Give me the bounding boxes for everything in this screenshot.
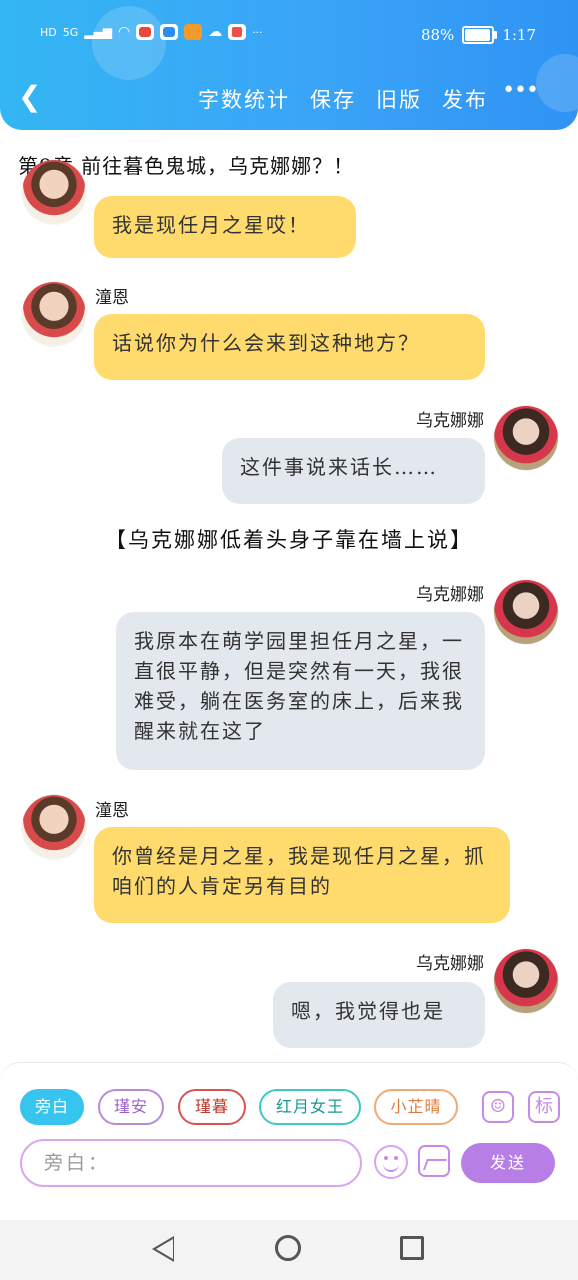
emoji-icon[interactable]	[374, 1145, 408, 1179]
clock: 1:17	[502, 26, 536, 44]
word-count-button[interactable]: 字数统计	[198, 84, 290, 114]
publish-button[interactable]: 发布	[442, 84, 488, 114]
message-input[interactable]: 旁白：	[20, 1139, 362, 1187]
status-bar: HD 5G ▂▄▆ ◠ ☁ ··· 88% 1:17	[0, 0, 578, 70]
message-bubble[interactable]: 我是现任月之星哎！	[94, 196, 356, 258]
save-button[interactable]: 保存	[310, 84, 356, 114]
message-bubble[interactable]: 嗯，我觉得也是	[273, 982, 485, 1048]
play-app-icon	[184, 24, 203, 40]
avatar-ukenana[interactable]	[494, 406, 558, 470]
more-options-icon[interactable]: •••	[502, 78, 539, 103]
cloud-icon: ☁	[208, 24, 223, 40]
system-navigation-bar	[0, 1220, 578, 1280]
tag-icon[interactable]: 标	[528, 1091, 560, 1123]
avatar-tongen[interactable]	[22, 282, 86, 346]
avatar-ukenana[interactable]	[494, 949, 558, 1013]
status-right: 88% 1:17	[421, 26, 536, 44]
app-notification-icon	[136, 24, 155, 40]
chevron-left-icon[interactable]: ❮	[18, 82, 41, 112]
speaker-name: 乌克娜娜	[416, 585, 484, 605]
avatar-ukenana[interactable]	[494, 580, 558, 644]
avatar-tongen[interactable]	[22, 160, 86, 224]
toolbar-actions: 字数统计 保存 旧版 发布	[198, 84, 488, 114]
wifi-icon: ◠	[117, 24, 131, 40]
narration-line[interactable]: 【乌克娜娜低着头身子靠在墙上说】	[0, 524, 578, 554]
battery-percent: 88%	[420, 26, 455, 44]
image-icon[interactable]	[418, 1145, 450, 1177]
app-notification-icon	[160, 24, 179, 40]
book-app-icon	[228, 24, 247, 40]
message-bubble[interactable]: 你曾经是月之星，我是现任月之星，抓咱们的人肯定另有目的	[94, 827, 510, 923]
role-chip-jinan[interactable]: 瑾安	[98, 1089, 164, 1125]
recent-apps-square-icon[interactable]	[400, 1236, 424, 1260]
battery-icon	[462, 26, 498, 44]
person-card-icon[interactable]: ☺	[482, 1091, 514, 1123]
network-5g-badge: 5G	[62, 25, 79, 39]
role-chip-narration[interactable]: 旁白	[20, 1089, 84, 1125]
composer-panel: 旁白 瑾安 瑾暮 红月女王 小芷晴 ☺ 标 旁白： 发送	[0, 1062, 578, 1221]
message-bubble[interactable]: 话说你为什么会来到这种地方？	[94, 314, 485, 380]
status-left-icons: HD 5G ▂▄▆ ◠ ☁ ···	[40, 24, 263, 40]
speaker-name: 乌克娜娜	[416, 411, 484, 431]
signal-icon: ▂▄▆	[84, 25, 112, 39]
role-chip-jinmu[interactable]: 瑾暮	[178, 1089, 246, 1125]
old-version-button[interactable]: 旧版	[376, 84, 422, 114]
send-button[interactable]: 发送	[461, 1143, 555, 1183]
message-bubble[interactable]: 这件事说来话长……	[222, 438, 485, 504]
back-triangle-icon[interactable]	[152, 1236, 174, 1262]
battery-fill	[465, 29, 490, 41]
speaker-name: 潼恩	[95, 801, 129, 821]
role-chip-red-moon-queen[interactable]: 红月女王	[259, 1089, 361, 1125]
speaker-name: 乌克娜娜	[416, 954, 484, 974]
message-bubble[interactable]: 我原本在萌学园里担任月之星，一直很平静，但是突然有一天，我很难受，躺在医务室的床…	[116, 612, 485, 770]
home-circle-icon[interactable]	[275, 1235, 301, 1261]
app-header: HD 5G ▂▄▆ ◠ ☁ ··· 88% 1:17 ❮ 字数统计 保存 旧版 …	[0, 0, 578, 130]
speaker-name: 潼恩	[95, 288, 129, 308]
toolbar: ❮ 字数统计 保存 旧版 发布 •••	[0, 70, 578, 130]
hd-badge: HD	[40, 25, 57, 39]
role-chip-xiaozhiqing[interactable]: 小芷晴	[374, 1089, 458, 1125]
avatar-tongen[interactable]	[22, 795, 86, 859]
more-notifications-icon: ···	[252, 25, 263, 39]
